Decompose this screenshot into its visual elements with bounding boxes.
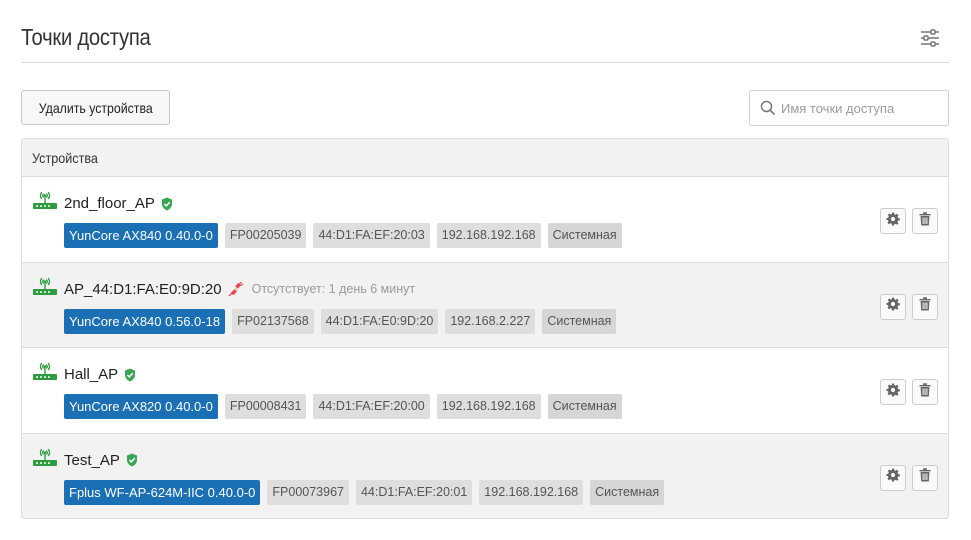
device-row[interactable]: 2nd_floor_AP YunCore AX840 0.40.0-0 FP00… — [22, 177, 948, 263]
shield-check-icon — [126, 453, 138, 467]
mac-badge: 44:D1:FA:EF:20:00 — [313, 394, 430, 419]
device-name[interactable]: 2nd_floor_AP — [64, 195, 155, 212]
shield-check-icon — [124, 368, 136, 382]
search-input[interactable] — [781, 100, 931, 116]
trash-icon — [919, 382, 931, 402]
sliders-icon[interactable] — [918, 28, 942, 48]
row-actions — [880, 293, 938, 320]
profile-badge: Системная — [547, 223, 622, 248]
delete-button[interactable] — [912, 293, 938, 320]
device-row[interactable]: Test_AP Fplus WF-AP-624M-IIC 0.40.0-0 FP… — [22, 433, 948, 518]
settings-button[interactable] — [880, 208, 906, 234]
access-point-icon — [32, 445, 58, 471]
row-actions — [880, 208, 938, 234]
settings-button[interactable] — [880, 293, 906, 320]
serial-badge: FP00073967 — [267, 479, 349, 505]
shield-check-icon — [161, 197, 173, 211]
devices-panel: Устройства 2nd_floor_AP YunCore AX840 0.… — [21, 138, 949, 519]
mac-badge: 44:D1:FA:E0:9D:20 — [320, 308, 439, 334]
model-badge: YunCore AX840 0.40.0-0 — [64, 223, 218, 248]
serial-badge: FP00008431 — [224, 394, 307, 419]
devices-list: 2nd_floor_AP YunCore AX840 0.40.0-0 FP00… — [22, 177, 948, 518]
gear-icon — [886, 212, 900, 231]
delete-button[interactable] — [912, 208, 938, 234]
delete-button[interactable] — [912, 464, 938, 491]
device-name[interactable]: Test_AP — [64, 452, 120, 469]
mac-badge: 44:D1:FA:EF:20:03 — [313, 223, 430, 248]
gear-icon — [886, 297, 900, 316]
title-divider — [21, 62, 949, 63]
serial-badge: FP02137568 — [232, 308, 314, 334]
model-badge: YunCore AX840 0.56.0-18 — [64, 308, 226, 334]
delete-devices-label: Удалить устройства — [38, 99, 153, 116]
panel-header: Устройства — [22, 139, 948, 177]
model-badge: Fplus WF-AP-624M-IIC 0.40.0-0 — [64, 479, 261, 505]
page-title: Точки доступа — [21, 24, 151, 50]
search-box[interactable] — [749, 90, 949, 126]
device-name[interactable]: Hall_AP — [64, 366, 118, 383]
ip-badge: 192.168.192.168 — [479, 479, 584, 505]
trash-icon — [919, 468, 931, 487]
trash-icon — [919, 211, 931, 231]
row-actions — [880, 464, 938, 491]
settings-button[interactable] — [880, 464, 906, 491]
search-icon — [760, 100, 776, 116]
ip-badge: 192.168.2.227 — [445, 308, 536, 334]
absent-text: Отсутствует: 1 день 6 минут — [251, 282, 416, 296]
gear-icon — [886, 383, 900, 402]
model-badge: YunCore AX820 0.40.0-0 — [64, 394, 218, 419]
device-name[interactable]: AP_44:D1:FA:E0:9D:20 — [64, 281, 222, 298]
access-point-icon — [32, 274, 58, 300]
access-point-icon — [32, 188, 58, 214]
profile-badge: Системная — [590, 479, 665, 505]
device-tags: YunCore AX820 0.40.0-0 FP00008431 44:D1:… — [64, 394, 622, 419]
delete-button[interactable] — [912, 379, 938, 405]
settings-button[interactable] — [880, 379, 906, 405]
row-actions — [880, 379, 938, 405]
trash-icon — [919, 297, 931, 316]
profile-badge: Системная — [542, 308, 617, 334]
device-row[interactable]: Hall_AP YunCore AX820 0.40.0-0 FP0000843… — [22, 348, 948, 434]
serial-badge: FP00205039 — [224, 223, 307, 248]
device-row[interactable]: AP_44:D1:FA:E0:9D:20 Отсутствует: 1 день… — [22, 262, 948, 348]
delete-devices-button[interactable]: Удалить устройства — [21, 90, 170, 125]
device-tags: YunCore AX840 0.56.0-18 FP02137568 44:D1… — [64, 308, 617, 334]
gear-icon — [886, 468, 900, 487]
device-tags: Fplus WF-AP-624M-IIC 0.40.0-0 FP00073967… — [64, 479, 665, 505]
ip-badge: 192.168.192.168 — [436, 223, 541, 248]
ip-badge: 192.168.192.168 — [436, 394, 541, 419]
unplugged-icon — [228, 281, 244, 297]
device-tags: YunCore AX840 0.40.0-0 FP00205039 44:D1:… — [64, 223, 622, 248]
mac-badge: 44:D1:FA:EF:20:01 — [355, 479, 473, 505]
access-point-icon — [32, 359, 58, 385]
profile-badge: Системная — [547, 394, 622, 419]
